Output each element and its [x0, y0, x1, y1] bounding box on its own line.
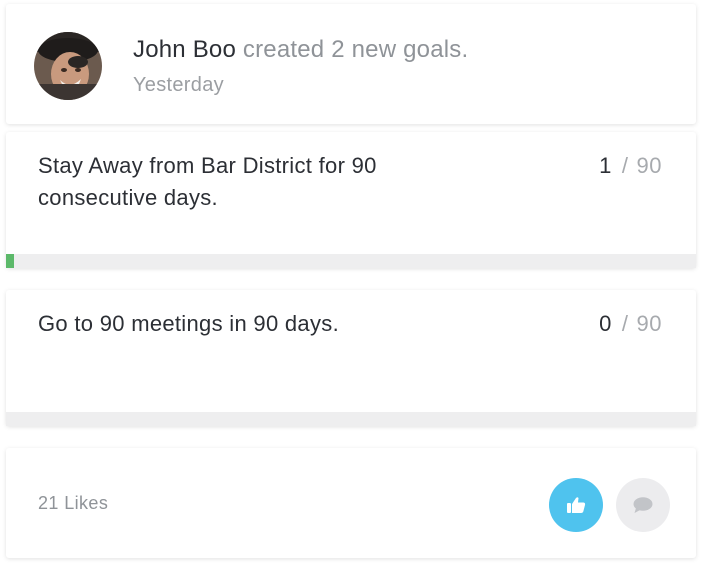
comment-bubble-icon: [633, 497, 653, 513]
goal-count: 0 / 90: [599, 308, 662, 340]
goal-count-current: 1: [599, 153, 612, 178]
goal-progress-fill: [6, 254, 14, 268]
goal-count-total: 90: [636, 153, 662, 178]
goal-card[interactable]: Go to 90 meetings in 90 days. 0 / 90: [6, 290, 696, 426]
user-name[interactable]: John Boo: [133, 36, 236, 63]
goal-title: Stay Away from Bar District for 90 conse…: [38, 153, 377, 210]
comment-button[interactable]: [616, 478, 670, 532]
goal-progress-track: [6, 254, 696, 268]
activity-header-card: John Boo created 2 new goals. Yesterday: [6, 4, 696, 124]
avatar[interactable]: [34, 32, 102, 100]
goal-progress-track: [6, 412, 696, 426]
goal-card[interactable]: Stay Away from Bar District for 90 conse…: [6, 132, 696, 268]
like-button[interactable]: [549, 478, 603, 532]
likes-count[interactable]: 21 Likes: [38, 493, 108, 514]
goal-count-separator: /: [621, 311, 629, 336]
activity-action: created 2 new goals.: [242, 36, 469, 63]
thumbs-up-icon: [567, 497, 586, 513]
goal-count-current: 0: [599, 311, 612, 336]
goal-count: 1 / 90: [599, 150, 662, 182]
activity-footer-card: 21 Likes: [6, 448, 696, 558]
goal-count-total: 90: [636, 311, 662, 336]
activity-timestamp: Yesterday: [133, 74, 224, 96]
goal-count-separator: /: [621, 153, 629, 178]
goal-title: Go to 90 meetings in 90 days.: [38, 311, 339, 336]
activity-summary: John Boo created 2 new goals.: [133, 36, 468, 64]
